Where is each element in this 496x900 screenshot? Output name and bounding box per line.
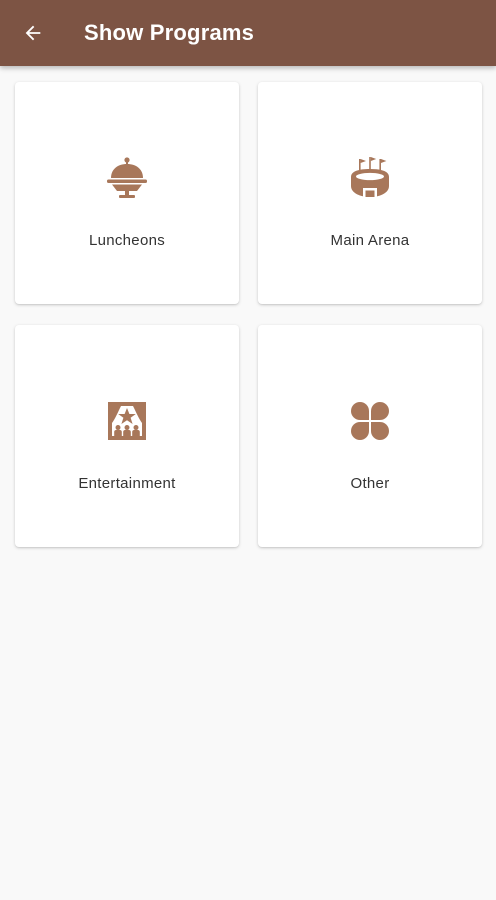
program-label: Main Arena <box>330 232 410 249</box>
program-label: Entertainment <box>78 475 176 492</box>
app-bar: Show Programs <box>0 0 496 66</box>
cloche-icon <box>105 156 149 200</box>
back-button[interactable] <box>0 0 66 66</box>
stage-icon <box>105 399 149 443</box>
program-card-entertainment[interactable]: Entertainment <box>15 325 239 547</box>
clover-icon <box>348 399 392 443</box>
arrow-left-icon <box>25 25 41 41</box>
program-card-luncheons[interactable]: Luncheons <box>15 82 239 304</box>
program-label: Luncheons <box>88 232 166 249</box>
program-card-main-arena[interactable]: Main Arena <box>258 82 482 304</box>
program-card-other[interactable]: Other <box>258 325 482 547</box>
page-title: Show Programs <box>84 20 255 45</box>
arena-icon <box>348 156 392 200</box>
program-label: Other <box>350 475 390 492</box>
